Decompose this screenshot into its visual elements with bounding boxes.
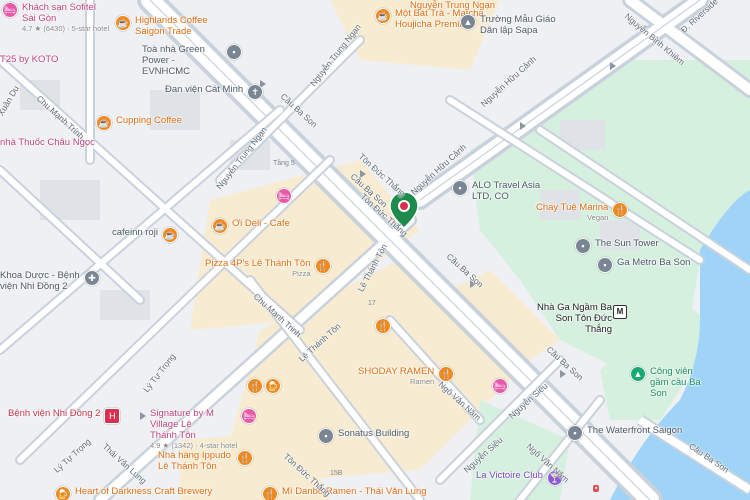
poi-nha-hang-ippudo[interactable]: Nhà hàng Ippudo Lê Thánh Tôn 🍴: [158, 450, 253, 472]
fork-knife-icon: 🍴: [262, 486, 278, 500]
building-icon: ▪: [567, 425, 583, 441]
building-icon: ▪: [318, 428, 334, 444]
poi-nha-ga-ngam-ba-son[interactable]: Nhà Ga Ngầm Ba Son Tôn Đức Thắng: [527, 302, 612, 335]
briefcase-icon: ▪: [452, 180, 468, 196]
poi-ga-metro-ba-son[interactable]: ▪ Ga Metro Ba Son: [597, 257, 690, 273]
poi-restaurant-marker[interactable]: 🍴: [375, 318, 391, 334]
fork-knife-icon: 🍴: [612, 202, 629, 218]
poi-truong-mau-giao[interactable]: ▲ Trường Mẫu Giáo Dân lập Sapa: [460, 14, 560, 36]
poi-oi-deli-cafe[interactable]: ☕ Ơi Deli - Cafe: [212, 218, 290, 234]
map-view[interactable]: 🛏 Khách sạn Sofitel Sài Gòn 4.7 ★ (6430) …: [0, 0, 750, 500]
coffee-cup-icon: ☕: [212, 218, 228, 234]
poi-pink-marker-2[interactable]: 🛏: [276, 188, 292, 204]
poi-nguyen-trung-ngan[interactable]: Nguyễn Trung Ngạn: [410, 0, 495, 11]
beer-icon: 🍺: [265, 378, 281, 394]
poi-highlands-coffee[interactable]: ☕ Highlands Coffee Saigon Trade: [115, 15, 220, 37]
block-15b: 15B: [330, 470, 343, 477]
poi-benh-vien-nhi-dong-2[interactable]: Bệnh viện Nhi Đồng 2 H: [8, 408, 121, 424]
fork-knife-icon: 🍴: [375, 318, 391, 334]
beer-icon: 🍺: [55, 486, 71, 500]
bed-icon: 🛏: [276, 188, 292, 204]
fork-knife-icon: 🍴: [237, 450, 253, 466]
poi-khach-san-sofitel[interactable]: 🛏 Khách sạn Sofitel Sài Gòn 4.7 ★ (6430) …: [2, 2, 109, 33]
hospital-icon: ✚: [84, 270, 100, 286]
block-17: 17: [368, 300, 376, 307]
poi-t25-koto[interactable]: T25 by KOTO: [0, 54, 58, 65]
poi-mi-danbo-ramen[interactable]: 🍴 Mì Danbo Ramen - Thái Văn Lung: [262, 486, 427, 500]
building-icon: ▪: [226, 44, 242, 60]
poi-pizza-4ps[interactable]: Pizza 4P's Lê Thánh Tôn Pizza 🍴: [205, 258, 331, 278]
coffee-cup-icon: ☕: [161, 227, 178, 243]
poi-signature-m-village[interactable]: Signature by M Village Lê Thánh Tôn 4.9 ★…: [150, 408, 258, 450]
poi-the-waterfront[interactable]: ▪ The Waterfront Saigon: [567, 425, 682, 441]
poi-alo-travel[interactable]: ▪ ALO Travel Asia LTD, CO: [452, 180, 542, 202]
poi-the-sun-tower[interactable]: ▪ The Sun Tower: [575, 238, 659, 254]
bed-icon: 🛏: [492, 378, 508, 394]
poi-toa-nha-green-power[interactable]: Toà nhà Green Power - EVNHCMC ▪: [142, 44, 242, 77]
poi-cong-vien-gam-cau[interactable]: ▲ Công viên gầm cầu Ba Son: [630, 366, 710, 399]
fork-knife-icon: 🍴: [247, 378, 263, 394]
school-icon: ▲: [460, 14, 476, 30]
block-tang5: Tầng 5: [273, 160, 295, 167]
building-icon: ▪: [575, 238, 591, 254]
tree-icon: ▲: [630, 366, 646, 382]
poi-cafeinn-roji[interactable]: cafeinn roji ☕: [112, 227, 178, 243]
metro-icon: ▪: [597, 257, 613, 273]
poi-la-victoire-club[interactable]: La Victoire Club 🍸: [476, 470, 563, 486]
poi-heart-of-darkness[interactable]: 🍺 Heart of Darkness Craft Brewery: [55, 486, 212, 500]
poi-orange-marker-2[interactable]: 🍺: [265, 378, 281, 394]
coffee-cup-icon: ☕: [375, 8, 391, 24]
poi-cupping-coffee[interactable]: ☕ Cupping Coffee: [96, 115, 182, 131]
poi-sonatus-building[interactable]: ▪ Sonatus Building: [318, 428, 409, 444]
poi-orange-marker[interactable]: 🍴: [247, 378, 263, 394]
poi-khoa-duoc[interactable]: Khoa Dược - Bệnh viện Nhi Đồng 2 ✚: [0, 270, 100, 292]
coffee-cup-icon: ☕: [115, 15, 131, 31]
fork-knife-icon: 🍴: [314, 258, 331, 274]
bed-icon: 🛏: [241, 408, 258, 424]
metro-icon[interactable]: M: [613, 305, 627, 319]
route-badge: ▪: [593, 485, 600, 492]
bed-icon: 🛏: [2, 2, 18, 18]
church-icon: ✝: [247, 84, 264, 100]
poi-chay-tue-marina[interactable]: Chay Tuệ Marina Vegan 🍴: [536, 202, 629, 222]
coffee-cup-icon: ☕: [96, 115, 112, 131]
poi-dan-vien-cat-minh[interactable]: Đan viện Cát Minh ✝: [165, 84, 264, 100]
poi-pink-marker[interactable]: 🛏: [492, 378, 508, 394]
hospital-icon: H: [104, 408, 121, 424]
fork-knife-icon: 🍴: [438, 366, 455, 382]
